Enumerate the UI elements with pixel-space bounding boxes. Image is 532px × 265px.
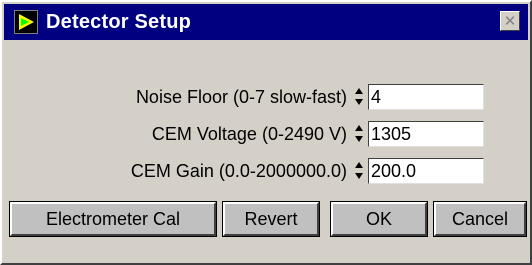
ok-button[interactable]: OK (330, 201, 428, 237)
close-button[interactable]: ✕ (500, 11, 520, 31)
detector-setup-dialog: Detector Setup ✕ Noise Floor (0-7 slow-f… (0, 0, 532, 265)
cem-voltage-label: CEM Voltage (0-2490 V) (151, 123, 347, 144)
cem-gain-input[interactable]: 200.0 (368, 158, 484, 184)
cem-gain-label: CEM Gain (0.0-2000000.0) (130, 160, 347, 181)
cem-voltage-row: CEM Voltage (0-2490 V) 1305 (2, 119, 530, 149)
window-title: Detector Setup (46, 10, 192, 33)
updown-arrows-icon (355, 162, 363, 179)
updown-arrows-icon (355, 88, 363, 105)
cem-voltage-input[interactable]: 1305 (368, 121, 484, 147)
title-bar[interactable]: Detector Setup ✕ (4, 4, 528, 40)
electrometer-cal-button[interactable]: Electrometer Cal (9, 201, 217, 237)
cem-gain-spinner[interactable] (354, 160, 364, 182)
cem-voltage-spinner[interactable] (354, 123, 364, 145)
detector-app-icon (14, 10, 38, 34)
cem-gain-row: CEM Gain (0.0-2000000.0) 200.0 (2, 156, 530, 186)
noise-floor-input[interactable]: 4 (368, 84, 484, 110)
close-icon: ✕ (503, 12, 517, 30)
cancel-button[interactable]: Cancel (433, 201, 527, 237)
noise-floor-row: Noise Floor (0-7 slow-fast) 4 (2, 82, 530, 112)
revert-button[interactable]: Revert (222, 201, 320, 237)
noise-floor-spinner[interactable] (354, 86, 364, 108)
updown-arrows-icon (355, 125, 363, 142)
noise-floor-label: Noise Floor (0-7 slow-fast) (135, 86, 347, 107)
